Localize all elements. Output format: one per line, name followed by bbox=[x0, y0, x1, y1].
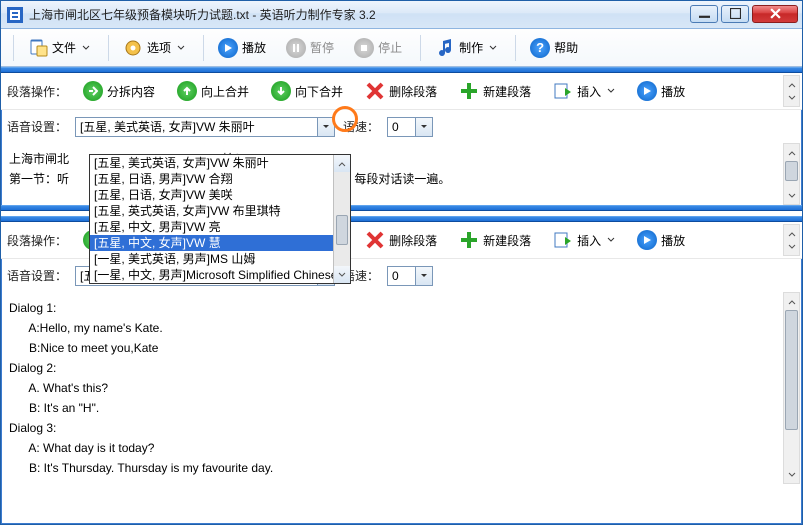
voice-option[interactable]: [五星, 英式英语, 女声]VW 布里琪特 bbox=[90, 203, 350, 219]
speed-value: 0 bbox=[388, 120, 403, 134]
options-menu[interactable]: 选项 bbox=[115, 34, 193, 62]
speed-dropdown-button[interactable] bbox=[415, 267, 432, 285]
window-title: 上海市闸北区七年级预备模块听力试题.txt - 英语听力制作专家 3.2 bbox=[29, 6, 687, 23]
insert-menu[interactable]: 插入 bbox=[545, 227, 623, 253]
voice-option[interactable]: [五星, 日语, 女声]VW 美咲 bbox=[90, 187, 350, 203]
play-seg-button[interactable]: 播放 bbox=[629, 78, 693, 104]
label: 制作 bbox=[459, 39, 483, 56]
label: 选项 bbox=[147, 39, 171, 56]
chevron-down-icon bbox=[607, 233, 615, 247]
separator bbox=[13, 35, 14, 61]
insert-icon bbox=[553, 81, 573, 101]
content-bottom[interactable]: Dialog 1: A:Hello, my name's Kate. B:Nic… bbox=[1, 292, 802, 484]
speed-label: 语速： bbox=[343, 118, 379, 135]
file-icon bbox=[28, 38, 48, 58]
voice-option[interactable]: [五星, 中文, 男声]VW 亮 bbox=[90, 219, 350, 235]
gear-icon bbox=[123, 38, 143, 58]
titlebar: 上海市闸北区七年级预备模块听力试题.txt - 英语听力制作专家 3.2 bbox=[1, 1, 802, 29]
plus-icon bbox=[459, 81, 479, 101]
scrollbar[interactable] bbox=[783, 143, 800, 205]
label: 停止 bbox=[378, 39, 402, 56]
label: 播放 bbox=[242, 39, 266, 56]
play-icon bbox=[218, 38, 238, 58]
help-icon: ? bbox=[530, 38, 550, 58]
split-button[interactable]: 分拆内容 bbox=[75, 78, 163, 104]
plus-icon bbox=[459, 230, 479, 250]
dropdown-scrollbar[interactable] bbox=[333, 155, 350, 283]
pause-icon bbox=[286, 38, 306, 58]
chevron-down-icon bbox=[489, 41, 497, 55]
help-menu[interactable]: ? 帮助 bbox=[522, 34, 586, 62]
scrollbar[interactable] bbox=[783, 75, 800, 107]
label: 帮助 bbox=[554, 39, 578, 56]
scroll-thumb[interactable] bbox=[336, 215, 348, 245]
voice-label: 语音设置： bbox=[7, 118, 67, 135]
separator bbox=[420, 35, 421, 61]
delete-seg-button[interactable]: 删除段落 bbox=[357, 78, 445, 104]
voice-option[interactable]: [五星, 日语, 男声]VW 合翔 bbox=[90, 171, 350, 187]
x-icon bbox=[365, 81, 385, 101]
insert-menu[interactable]: 插入 bbox=[545, 78, 623, 104]
voice-combo[interactable]: [五星, 美式英语, 女声]VW 朱丽叶 bbox=[75, 117, 335, 137]
voice-option[interactable]: [一星, 美式英语, 男声]MS 山姆 bbox=[90, 251, 350, 267]
segment-ops-label: 段落操作： bbox=[7, 83, 67, 100]
voice-option[interactable]: [五星, 美式英语, 女声]VW 朱丽叶 bbox=[90, 155, 350, 171]
app-icon bbox=[7, 7, 23, 23]
segment-ops-top: 段落操作： 分拆内容 向上合并 向下合并 删除段落 新建段落 插入 播放 bbox=[1, 73, 802, 109]
speed-combo[interactable]: 0 bbox=[387, 117, 433, 137]
speed-value: 0 bbox=[388, 269, 403, 283]
segment-ops-label: 段落操作： bbox=[7, 232, 67, 249]
voice-option[interactable]: [五星, 中文, 女声]VW 慧 bbox=[90, 235, 350, 251]
insert-icon bbox=[553, 230, 573, 250]
pause-button[interactable]: 暂停 bbox=[278, 34, 342, 62]
x-icon bbox=[365, 230, 385, 250]
play-seg-button[interactable]: 播放 bbox=[629, 227, 693, 253]
label: 暂停 bbox=[310, 39, 334, 56]
scrollbar[interactable] bbox=[783, 292, 800, 484]
speed-combo-2[interactable]: 0 bbox=[387, 266, 433, 286]
merge-up-button[interactable]: 向上合并 bbox=[169, 78, 257, 104]
chevron-down-icon bbox=[177, 41, 185, 55]
main-menubar: 文件 选项 播放 暂停 停止 制作 ? 帮助 bbox=[1, 29, 802, 67]
delete-seg-button[interactable]: 删除段落 bbox=[357, 227, 445, 253]
text: Dialog 1: A:Hello, my name's Kate. B:Nic… bbox=[9, 301, 273, 475]
play-button[interactable]: 播放 bbox=[210, 34, 274, 62]
voice-option[interactable]: [一星, 中文, 男声]Microsoft Simplified Chinese bbox=[90, 267, 350, 283]
close-button[interactable] bbox=[752, 5, 798, 23]
minimize-button[interactable] bbox=[690, 5, 718, 23]
voice-dropdown-list[interactable]: [五星, 美式英语, 女声]VW 朱丽叶[五星, 日语, 男声]VW 合翔[五星… bbox=[89, 154, 351, 284]
separator bbox=[108, 35, 109, 61]
separator bbox=[515, 35, 516, 61]
new-seg-button[interactable]: 新建段落 bbox=[451, 78, 539, 104]
label: 文件 bbox=[52, 39, 76, 56]
stop-button[interactable]: 停止 bbox=[346, 34, 410, 62]
merge-down-button[interactable]: 向下合并 bbox=[263, 78, 351, 104]
separator bbox=[203, 35, 204, 61]
speed-dropdown-button[interactable] bbox=[415, 118, 432, 136]
chevron-down-icon bbox=[82, 41, 90, 55]
voice-value: [五星, 美式英语, 女声]VW 朱丽叶 bbox=[76, 118, 259, 135]
stop-icon bbox=[354, 38, 374, 58]
voice-settings-top: 语音设置： [五星, 美式英语, 女声]VW 朱丽叶 语速： 0 bbox=[1, 109, 802, 143]
music-note-icon bbox=[435, 38, 455, 58]
voice-dropdown-button[interactable] bbox=[317, 118, 334, 136]
new-seg-button[interactable]: 新建段落 bbox=[451, 227, 539, 253]
scrollbar[interactable] bbox=[783, 224, 800, 256]
maximize-button[interactable] bbox=[721, 5, 749, 23]
make-menu[interactable]: 制作 bbox=[427, 34, 505, 62]
file-menu[interactable]: 文件 bbox=[20, 34, 98, 62]
chevron-down-icon bbox=[607, 84, 615, 98]
voice-label: 语音设置： bbox=[7, 267, 67, 284]
